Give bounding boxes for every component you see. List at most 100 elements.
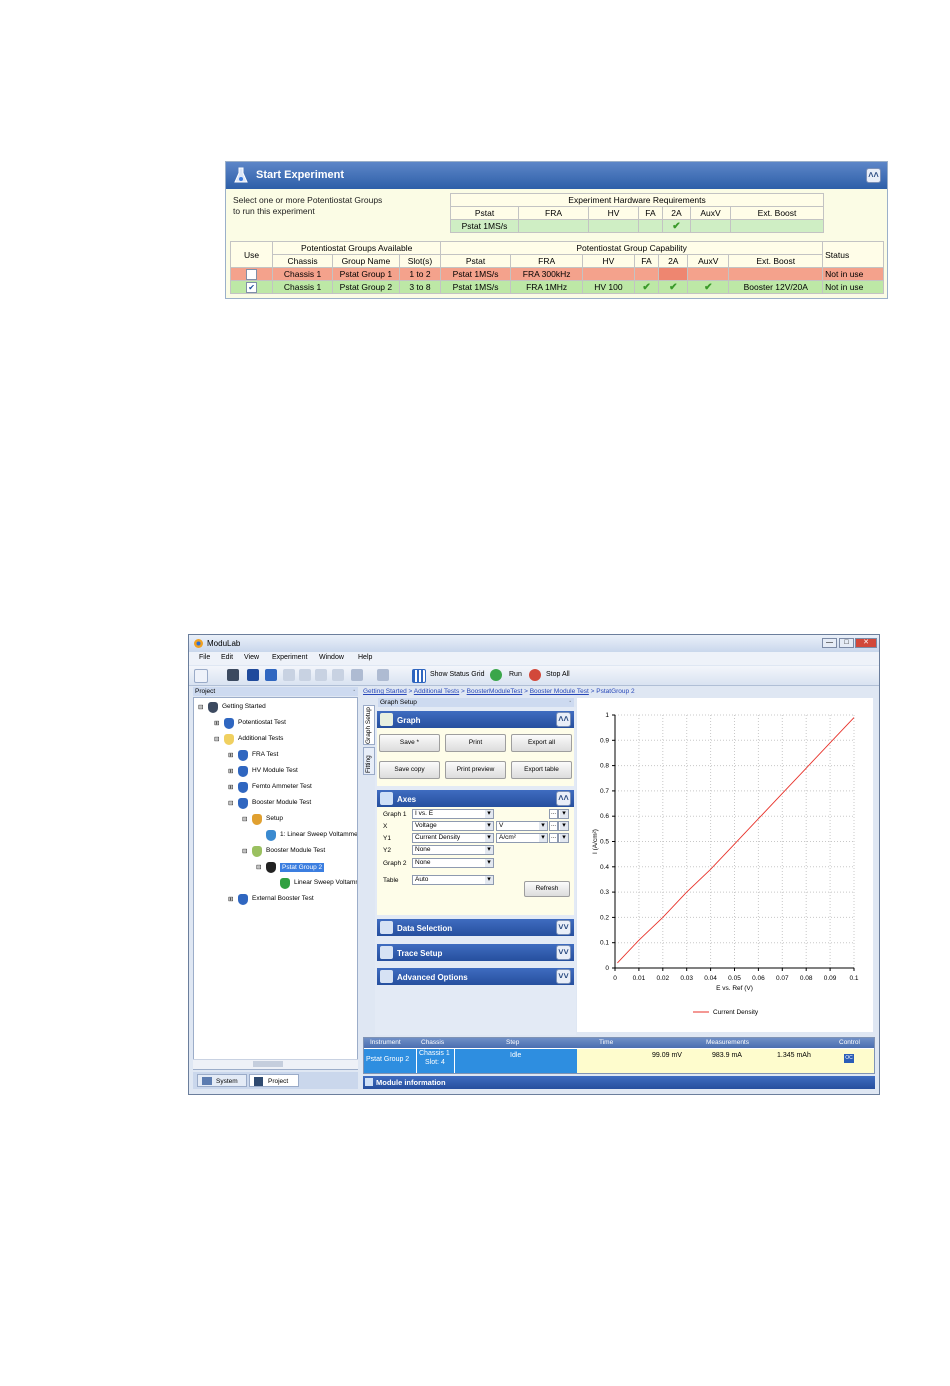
save-all-icon[interactable] — [265, 669, 277, 681]
tree-expander[interactable]: ⊞ — [228, 895, 233, 903]
use-checkbox[interactable]: ✔ — [246, 281, 258, 293]
stop-all-icon[interactable] — [529, 669, 541, 681]
y1-more-select[interactable] — [558, 833, 569, 843]
graph-area[interactable]: 0 0.01 0.02 0.03 0.04 0.05 0.06 0.07 0.08 0.09 0.1… — [577, 698, 873, 1032]
graph-section-collapse-button[interactable]: ˄˄ — [556, 712, 571, 727]
tree-item[interactable]: HV Module Test — [252, 767, 298, 774]
tree-expander[interactable]: ⊟ — [242, 847, 247, 855]
graph1-more-button[interactable]: ... — [549, 809, 558, 819]
export-all-button[interactable]: Export all — [511, 734, 572, 752]
print-button[interactable]: Print — [445, 734, 506, 752]
trace-setup-section-header[interactable]: Trace Setup ˅˅ — [377, 944, 574, 961]
menu-file[interactable]: File — [199, 654, 210, 661]
advanced-options-expand-button[interactable]: ˅˅ — [556, 969, 571, 984]
start-experiment-collapse-button[interactable]: ˄˄ — [866, 168, 881, 183]
save-copy-button[interactable]: Save copy — [379, 761, 440, 779]
data-selection-section-header[interactable]: Data Selection ˅˅ — [377, 919, 574, 936]
graph2-select[interactable]: None — [412, 858, 494, 868]
stop-all-button[interactable]: Stop All — [546, 671, 570, 678]
menu-help[interactable]: Help — [358, 654, 372, 661]
y2-axis-select[interactable]: None — [412, 845, 494, 855]
trace-setup-expand-button[interactable]: ˅˅ — [556, 945, 571, 960]
advanced-options-section-header[interactable]: Advanced Options ˅˅ — [377, 968, 574, 985]
tree-expander[interactable]: ⊞ — [228, 751, 233, 759]
tree-expander[interactable]: ⊟ — [228, 799, 233, 807]
maximize-button[interactable]: □ — [839, 638, 854, 648]
breadcrumb-item[interactable]: Additional Tests — [414, 688, 459, 695]
breadcrumb-item[interactable]: BoosterModuleTest — [467, 688, 523, 695]
menu-view[interactable]: View — [244, 654, 259, 661]
save-icon[interactable] — [247, 669, 259, 681]
y1-more-button[interactable]: ... — [549, 833, 558, 843]
run-button[interactable]: Run — [509, 671, 522, 678]
breadcrumb-item[interactable]: Getting Started — [363, 688, 407, 695]
refresh-button[interactable]: Refresh — [524, 881, 570, 897]
menu-experiment[interactable]: Experiment — [272, 654, 307, 661]
tab-graph-setup[interactable]: Graph Setup — [363, 705, 375, 745]
open-icon[interactable] — [227, 669, 239, 681]
undo-icon[interactable] — [283, 669, 295, 681]
use-checkbox[interactable] — [246, 268, 258, 280]
y1-unit-select[interactable]: A/cm² — [496, 833, 548, 843]
print-preview-button[interactable]: Print preview — [445, 761, 506, 779]
tab-fitting[interactable]: Fitting — [363, 747, 375, 775]
x-more-select[interactable] — [558, 821, 569, 831]
table-row[interactable]: Pstat Group 2 Chassis 1 Slot: 4 Idle 99.… — [364, 1049, 874, 1073]
tree-item[interactable]: Additional Tests — [238, 735, 283, 742]
export-table-button[interactable]: Export table — [511, 761, 572, 779]
paste-icon[interactable] — [315, 669, 327, 681]
forward-icon[interactable] — [377, 669, 389, 681]
tree-expander[interactable]: ⊞ — [228, 767, 233, 775]
tree-item[interactable]: Booster Module Test — [252, 799, 311, 806]
control-oc-button[interactable]: OC — [844, 1054, 854, 1063]
save-button[interactable]: Save * — [379, 734, 440, 752]
new-icon[interactable] — [194, 669, 208, 683]
data-selection-expand-button[interactable]: ˅˅ — [556, 920, 571, 935]
table-select[interactable]: Auto — [412, 875, 494, 885]
x-axis-select[interactable]: Voltage — [412, 821, 494, 831]
tree-item[interactable]: Booster Module Test — [266, 847, 325, 854]
tree-expander[interactable]: ⊞ — [214, 719, 219, 727]
back-icon[interactable] — [351, 669, 363, 681]
table-row[interactable]: ✔ Chassis 1 Pstat Group 2 3 to 8 Pstat 1… — [229, 280, 884, 294]
tab-project[interactable]: Project — [249, 1074, 299, 1087]
current-voltage-chart[interactable]: 0 0.01 0.02 0.03 0.04 0.05 0.06 0.07 0.08 0.09 0.1… — [577, 698, 873, 1032]
x-more-button[interactable]: ... — [549, 821, 558, 831]
graph1-more-select[interactable] — [558, 809, 569, 819]
copy-icon[interactable] — [299, 669, 311, 681]
table-row[interactable]: Chassis 1 Pstat Group 1 1 to 2 Pstat 1MS… — [229, 267, 884, 281]
tree-item[interactable]: Pstat Group 2 — [280, 863, 325, 872]
show-status-grid-button[interactable]: Show Status Grid — [430, 671, 484, 678]
pin-icon[interactable]: ∙ — [569, 698, 571, 705]
graph-section-header[interactable]: Graph ˄˄ — [377, 711, 574, 728]
tree-expander[interactable]: ⊞ — [228, 783, 233, 791]
axes-section-header[interactable]: Axes ˄˄ — [377, 790, 574, 807]
tree-item[interactable]: Getting Started — [222, 703, 266, 710]
tree-item[interactable]: Setup — [266, 815, 283, 822]
pin-icon[interactable]: ∙ — [353, 687, 355, 694]
project-horizontal-scrollbar[interactable] — [193, 1059, 358, 1069]
x-unit-select[interactable]: V — [496, 821, 548, 831]
tree-item[interactable]: FRA Test — [252, 751, 278, 758]
menu-edit[interactable]: Edit — [221, 654, 233, 661]
tree-expander[interactable]: ⊟ — [256, 863, 261, 871]
menu-window[interactable]: Window — [319, 654, 344, 661]
tree-expander[interactable]: ⊟ — [198, 703, 203, 711]
tab-system[interactable]: System — [197, 1074, 247, 1087]
tree-item[interactable]: Potentiostat Test — [238, 719, 286, 726]
breadcrumb-item[interactable]: Booster Module Test — [530, 688, 589, 695]
tree-item[interactable]: Femto Ammeter Test — [252, 783, 312, 790]
module-information-bar[interactable]: Module information — [363, 1076, 875, 1089]
tree-expander[interactable]: ⊟ — [214, 735, 219, 743]
y1-axis-select[interactable]: Current Density — [412, 833, 494, 843]
axes-section-collapse-button[interactable]: ˄˄ — [556, 791, 571, 806]
close-button[interactable]: ✕ — [855, 638, 877, 648]
run-icon[interactable] — [490, 669, 502, 681]
tree-item[interactable]: 1: Linear Sweep Voltammetry — [280, 831, 357, 838]
tree-item[interactable]: External Booster Test — [252, 895, 314, 902]
tree-expander[interactable]: ⊟ — [242, 815, 247, 823]
graph1-select[interactable]: I vs. E — [412, 809, 494, 819]
paste-special-icon[interactable] — [332, 669, 344, 681]
status-grid-icon[interactable] — [412, 669, 426, 683]
minimize-button[interactable]: — — [822, 638, 837, 648]
